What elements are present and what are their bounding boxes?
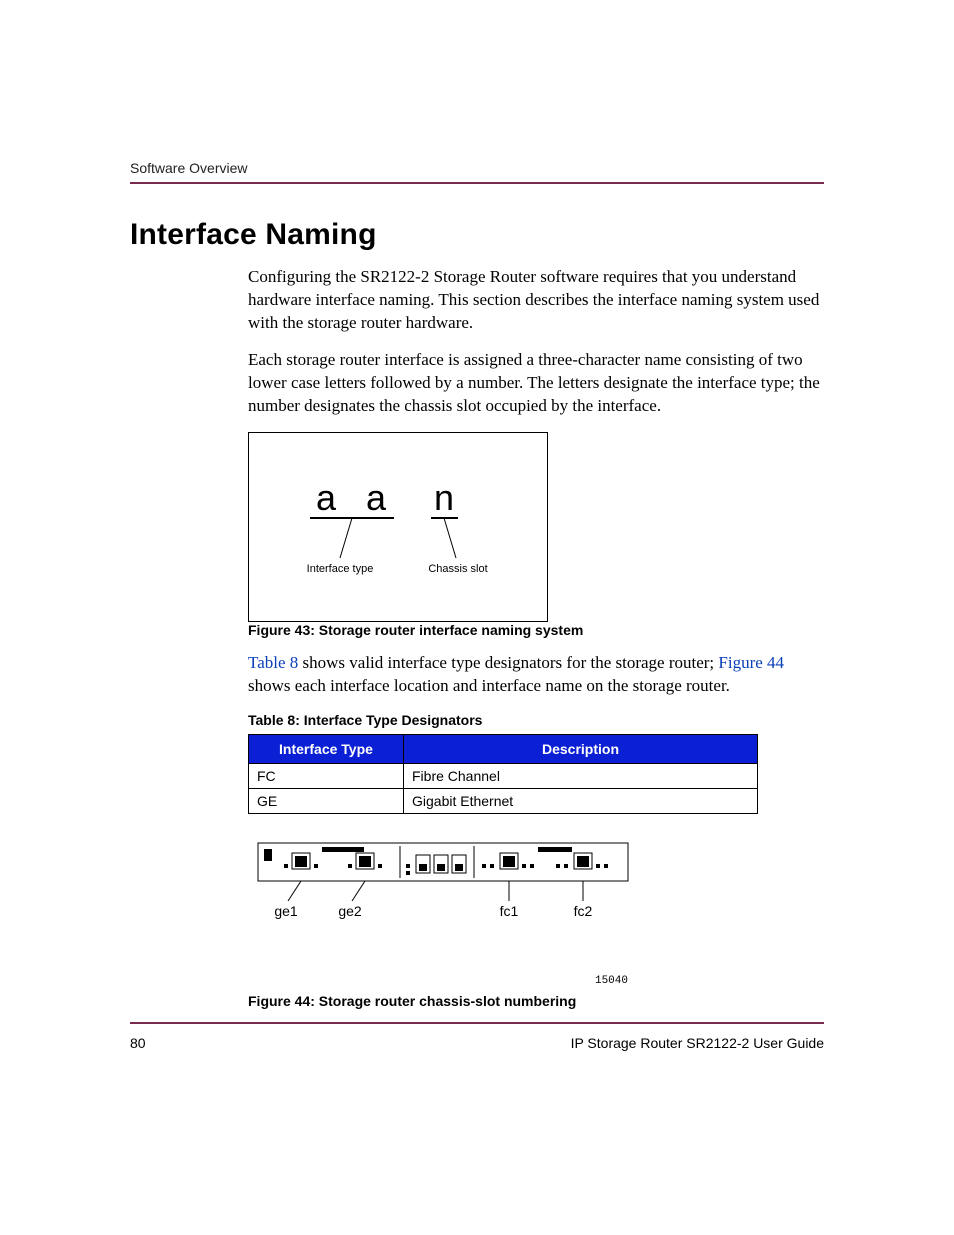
figure-44-svg: ge1 ge2 fc1 fc2 15040 (248, 838, 648, 988)
table-8-h1: Interface Type (249, 734, 404, 763)
table-8-r1c2: Fibre Channel (404, 763, 758, 788)
fig43-label-interface-type: Interface type (307, 563, 374, 575)
link-figure-44[interactable]: Figure 44 (718, 653, 784, 672)
table-8-caption: Table 8: Interface Type Designators (248, 712, 824, 728)
fig44-label-ge2: ge2 (338, 903, 362, 919)
fig44-label-fc1: fc1 (500, 903, 519, 919)
figure-44-caption: Figure 44: Storage router chassis-slot n… (248, 993, 824, 1009)
figure-43: a a n Interface type Chassis slot Figure… (248, 432, 824, 638)
page-footer: 80 IP Storage Router SR2122-2 User Guide (130, 1035, 824, 1051)
content-column: Configuring the SR2122-2 Storage Router … (248, 266, 824, 1009)
page: Software Overview Interface Naming Confi… (0, 0, 954, 1235)
figure-43-svg: a a n Interface type Chassis slot (248, 432, 548, 622)
section-title: Interface Naming (130, 218, 824, 252)
table-header-row: Interface Type Description (249, 734, 758, 763)
fig43-letter-n: n (434, 477, 454, 518)
table-8-r2c2: Gigabit Ethernet (404, 788, 758, 813)
table-8: Interface Type Description FC Fibre Chan… (248, 734, 758, 814)
table-8-r2c1: GE (249, 788, 404, 813)
fig43-letter-a2: a (366, 477, 387, 518)
table-row: FC Fibre Channel (249, 763, 758, 788)
paragraph-1: Configuring the SR2122-2 Storage Router … (248, 266, 824, 335)
table-8-r1c1: FC (249, 763, 404, 788)
page-number: 80 (130, 1035, 146, 1051)
header-rule (130, 182, 824, 184)
table-8-h2: Description (404, 734, 758, 763)
figure-44: ge1 ge2 fc1 fc2 15040 Figure 44: Storage… (248, 838, 824, 1009)
fig44-label-fc2: fc2 (574, 903, 593, 919)
table-row: GE Gigabit Ethernet (249, 788, 758, 813)
link-table-8[interactable]: Table 8 (248, 653, 298, 672)
fig43-label-chassis-slot: Chassis slot (428, 563, 487, 575)
paragraph-3: Table 8 shows valid interface type desig… (248, 652, 824, 698)
figure-43-caption: Figure 43: Storage router interface nami… (248, 622, 824, 638)
guide-title: IP Storage Router SR2122-2 User Guide (571, 1035, 824, 1051)
fig44-image-id: 15040 (595, 975, 628, 987)
fig44-label-ge1: ge1 (274, 903, 298, 919)
paragraph-2: Each storage router interface is assigne… (248, 349, 824, 418)
fig43-letter-a1: a (316, 477, 337, 518)
footer-rule (130, 1022, 824, 1024)
running-header: Software Overview (130, 160, 824, 176)
